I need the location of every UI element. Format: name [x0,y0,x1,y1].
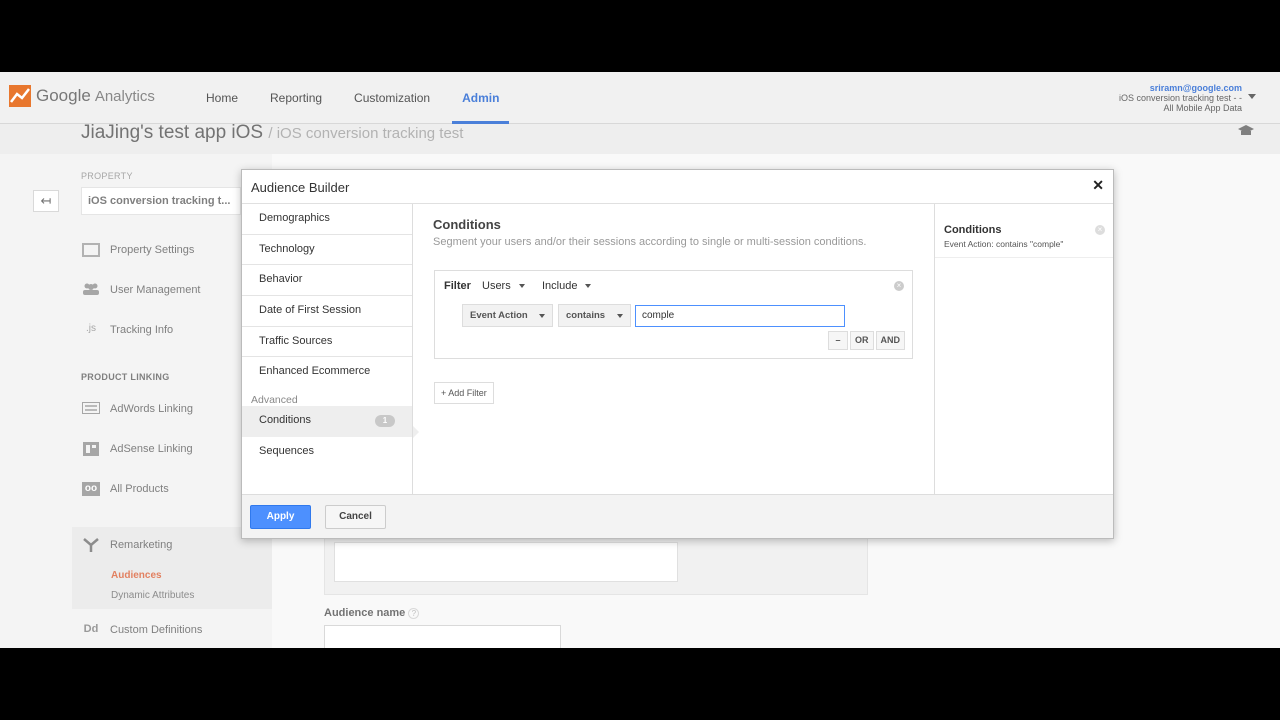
nav-home[interactable]: Home [196,72,248,124]
operator-select[interactable]: contains [558,304,631,327]
account-email: sriramn@google.com [1149,83,1242,93]
audience-builder-nav: Demographics Technology Behavior Date of… [242,204,413,495]
close-icon[interactable]: ✕ [1092,177,1104,194]
chevron-down-icon [539,314,545,318]
condition-logic-buttons: – OR AND [826,331,905,350]
nav-customization[interactable]: Customization [344,72,440,124]
scope-dropdown[interactable]: Users [482,280,525,292]
conditions-title: Conditions [433,217,501,232]
condition-value-input[interactable]: comple [635,305,845,327]
analytics-screen: Google Analytics Home Reporting Customiza… [0,72,1280,648]
account-view: All Mobile App Data [1163,103,1242,113]
remove-filter-icon[interactable]: × [894,281,904,291]
summary-panel: Conditions Event Action: contains "compl… [934,204,1113,495]
analytics-logo-icon [8,84,32,108]
dimension-select[interactable]: Event Action [462,304,553,327]
logo-google-text: Google [36,86,91,105]
summary-item: Conditions Event Action: contains "compl… [935,204,1113,258]
or-button[interactable]: OR [850,331,874,350]
summary-title: Conditions [944,224,1002,236]
nav-admin[interactable]: Admin [452,72,510,124]
chevron-down-icon [518,284,525,289]
chevron-down-icon [585,284,592,289]
include-dropdown[interactable]: Include [542,280,592,292]
modal-title: Audience Builder [251,180,350,195]
chevron-down-icon [617,314,623,318]
top-bar: Google Analytics Home Reporting Customiza… [0,72,1280,124]
apply-button[interactable]: Apply [250,505,311,529]
modal-footer: Apply Cancel [242,494,1113,538]
nav-demographics[interactable]: Demographics [242,204,412,235]
and-button[interactable]: AND [875,331,905,350]
advanced-group-label: Advanced [251,394,298,407]
nav-enhanced-ecommerce[interactable]: Enhanced Ecommerce [242,357,412,389]
logo-analytics-text: Analytics [94,88,155,105]
conditions-subtitle: Segment your users and/or their sessions… [433,236,867,248]
modal-body: Demographics Technology Behavior Date of… [242,203,1113,495]
remove-condition-button[interactable]: – [828,331,848,350]
nav-conditions[interactable]: Conditions 1 [242,406,412,437]
summary-text: Event Action: contains "comple" [944,239,1064,249]
remove-summary-icon[interactable]: × [1095,225,1105,235]
nav-sequences[interactable]: Sequences [242,436,412,468]
conditions-panel: Conditions Segment your users and/or the… [414,204,934,495]
conditions-count-badge: 1 [375,415,395,428]
nav-technology[interactable]: Technology [242,234,412,266]
nav-behavior[interactable]: Behavior [242,265,412,297]
nav-traffic-sources[interactable]: Traffic Sources [242,326,412,358]
add-filter-button[interactable]: + Add Filter [434,382,494,404]
filter-box: Filter Users Include × Event Action cont… [434,270,913,359]
audience-builder-modal: Audience Builder ✕ Demographics Technolo… [241,169,1114,539]
main-nav: Home Reporting Customization Admin [196,72,521,124]
nav-reporting[interactable]: Reporting [260,72,332,124]
filter-label: Filter [444,280,471,292]
nav-date-of-first-session[interactable]: Date of First Session [242,296,412,327]
chevron-down-icon[interactable] [1248,94,1256,99]
cancel-button[interactable]: Cancel [325,505,386,529]
account-selector[interactable]: sriramn@google.com iOS conversion tracki… [1119,83,1242,113]
google-analytics-logo[interactable]: Google Analytics [8,84,155,108]
account-property: iOS conversion tracking test - - [1118,93,1242,103]
